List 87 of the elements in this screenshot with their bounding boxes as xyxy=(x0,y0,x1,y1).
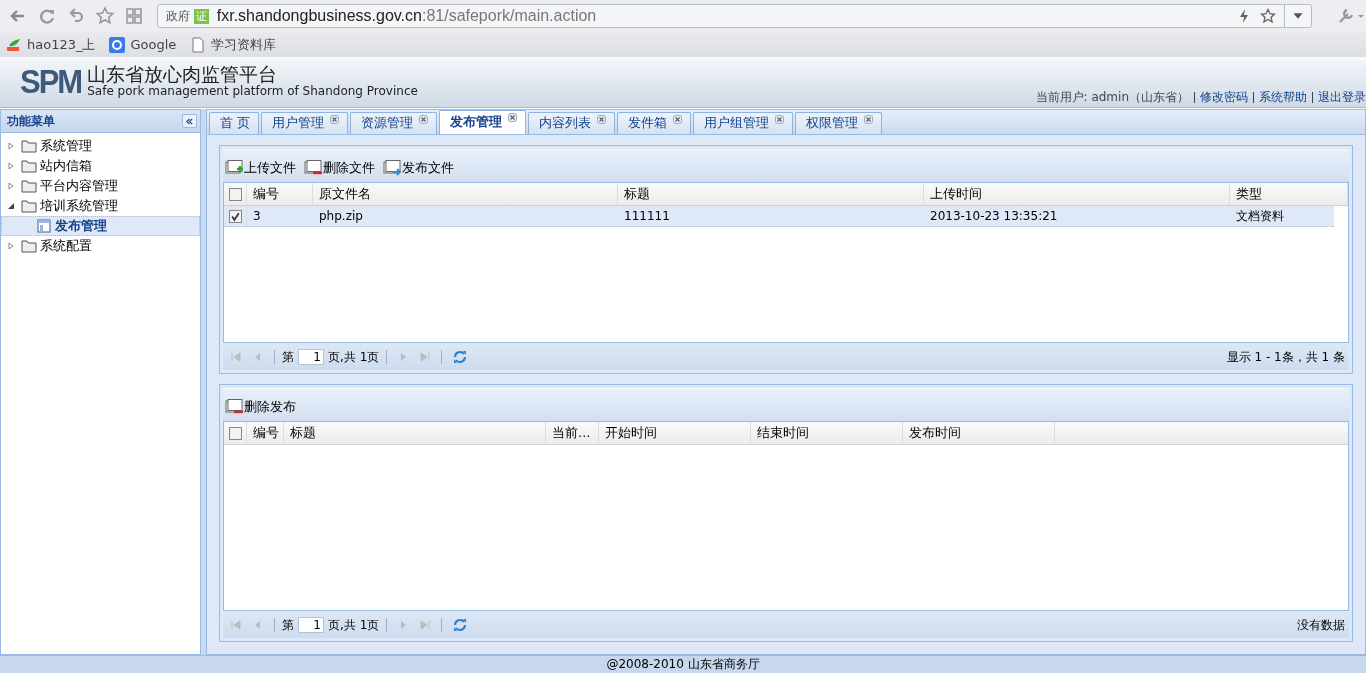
toolbar-button[interactable]: 删除发布 xyxy=(223,398,298,416)
bookmark-link[interactable]: 学习资料库 xyxy=(190,35,277,54)
expander-icon[interactable] xyxy=(7,202,15,210)
star-icon[interactable] xyxy=(94,6,115,26)
table-cell: php.zip xyxy=(319,209,363,223)
toolbar-button[interactable]: 上传文件 xyxy=(223,159,298,177)
column-header[interactable]: 结束时间 xyxy=(751,422,903,444)
header-checkbox[interactable] xyxy=(228,187,242,201)
tab[interactable]: 用户管理 xyxy=(261,112,348,134)
column-header[interactable]: 编号 xyxy=(247,422,284,444)
refresh-icon[interactable] xyxy=(452,617,469,633)
app-title: 山东省放心肉监管平台 xyxy=(87,64,278,86)
toolbar-button[interactable]: 删除文件 xyxy=(302,159,377,177)
pager-label: 页,共 1页 xyxy=(328,348,380,366)
close-icon[interactable] xyxy=(419,115,428,124)
row-checkbox[interactable] xyxy=(228,209,242,223)
tab[interactable]: 首 页 xyxy=(209,112,259,134)
folder-icon xyxy=(21,139,37,153)
column-header[interactable]: 原文件名 xyxy=(313,183,618,205)
pager-status: 没有数据 xyxy=(1297,616,1345,634)
page-field[interactable]: 1 xyxy=(298,617,324,633)
bookmark-link[interactable]: hao123_上 xyxy=(6,35,96,54)
tree-item[interactable]: 系统配置 xyxy=(1,236,200,256)
header-checkbox[interactable] xyxy=(228,426,242,440)
column-header[interactable]: 类型 xyxy=(1230,183,1348,205)
folder-icon xyxy=(21,239,37,253)
page-field[interactable]: 1 xyxy=(298,349,324,365)
column-header[interactable]: 编号 xyxy=(247,183,313,205)
table-cell: 111111 xyxy=(624,209,670,223)
header-link[interactable]: 退出登录 xyxy=(1318,89,1366,106)
url-text: fxr.shandongbusiness.gov.cn:81/safepork/main.action xyxy=(216,7,598,25)
folder-icon xyxy=(21,179,37,193)
table-cell: 2013-10-23 13:35:21 xyxy=(930,209,1058,223)
pager-label: 第 xyxy=(282,348,294,366)
logo: SPM xyxy=(20,61,82,102)
close-icon[interactable] xyxy=(673,115,682,124)
app-subtitle: Safe pork management platform of Shandong Province xyxy=(87,85,418,99)
column-header[interactable]: 标题 xyxy=(284,422,546,444)
column-header[interactable]: 发布时间 xyxy=(903,422,1055,444)
delete-file-icon xyxy=(304,160,322,176)
header-link[interactable]: 修改密码 xyxy=(1200,89,1248,106)
address-field[interactable]: 政府 证 fxr.shandongbusiness.gov.cn:81/safepork/main.action xyxy=(156,4,1313,28)
sidebar-title: 功能菜单 xyxy=(7,112,55,130)
tab[interactable]: 权限管理 xyxy=(795,112,882,134)
double-chevron-icon xyxy=(185,116,194,126)
tab[interactable]: 资源管理 xyxy=(350,112,437,134)
table-cell: 文档资料 xyxy=(1236,207,1284,225)
current-user: 当前用户: admin（山东省） xyxy=(1035,89,1189,106)
star-icon[interactable] xyxy=(1260,8,1277,24)
column-header[interactable]: 上传时间 xyxy=(924,183,1230,205)
bookmark-link[interactable]: Google xyxy=(109,36,177,53)
tree-item[interactable]: 系统管理 xyxy=(1,136,200,156)
tab[interactable]: 内容列表 xyxy=(528,112,615,134)
tab[interactable]: 发布管理 xyxy=(439,110,526,134)
tree-item[interactable]: 站内信箱 xyxy=(1,156,200,176)
table-row[interactable]: 3 php.zip 111111 2013-10-23 13:35:21 文档资料 xyxy=(224,206,1334,227)
column-header[interactable]: 当前… xyxy=(546,422,599,444)
site-label: 政府 xyxy=(164,7,191,25)
close-icon[interactable] xyxy=(597,115,606,124)
certificate-icon: 证 xyxy=(193,8,209,24)
folder-icon xyxy=(21,159,37,173)
table-cell: 3 xyxy=(253,209,261,223)
footer-text: @2008-2010 山东省商务厅 xyxy=(606,656,760,673)
close-icon[interactable] xyxy=(775,115,784,124)
collapse-button[interactable] xyxy=(182,114,197,128)
pager-label: 页,共 1页 xyxy=(328,616,380,634)
pager-status: 显示 1 - 1条，共 1 条 xyxy=(1226,348,1345,366)
tree-item[interactable]: 平台内容管理 xyxy=(1,176,200,196)
tree-item[interactable]: 发布管理 xyxy=(1,216,200,236)
pager-label: 第 xyxy=(282,616,294,634)
column-header[interactable]: 标题 xyxy=(618,183,924,205)
close-icon[interactable] xyxy=(508,113,517,122)
page-icon xyxy=(36,219,52,233)
column-header[interactable]: 开始时间 xyxy=(599,422,751,444)
tab[interactable]: 用户组管理 xyxy=(693,112,793,134)
header-link[interactable]: 系统帮助 xyxy=(1259,89,1307,106)
close-icon[interactable] xyxy=(330,115,339,124)
close-icon[interactable] xyxy=(864,115,873,124)
send-file-icon xyxy=(383,160,401,176)
leaf-icon xyxy=(6,36,22,53)
toolbar-button[interactable]: 发布文件 xyxy=(381,159,456,177)
grid-icon[interactable] xyxy=(123,6,144,26)
page-icon xyxy=(190,36,207,53)
refresh-icon[interactable] xyxy=(452,349,469,365)
tab[interactable]: 发件箱 xyxy=(617,112,691,134)
tree-item[interactable]: 培训系统管理 xyxy=(1,196,200,216)
folder-icon xyxy=(21,199,37,213)
